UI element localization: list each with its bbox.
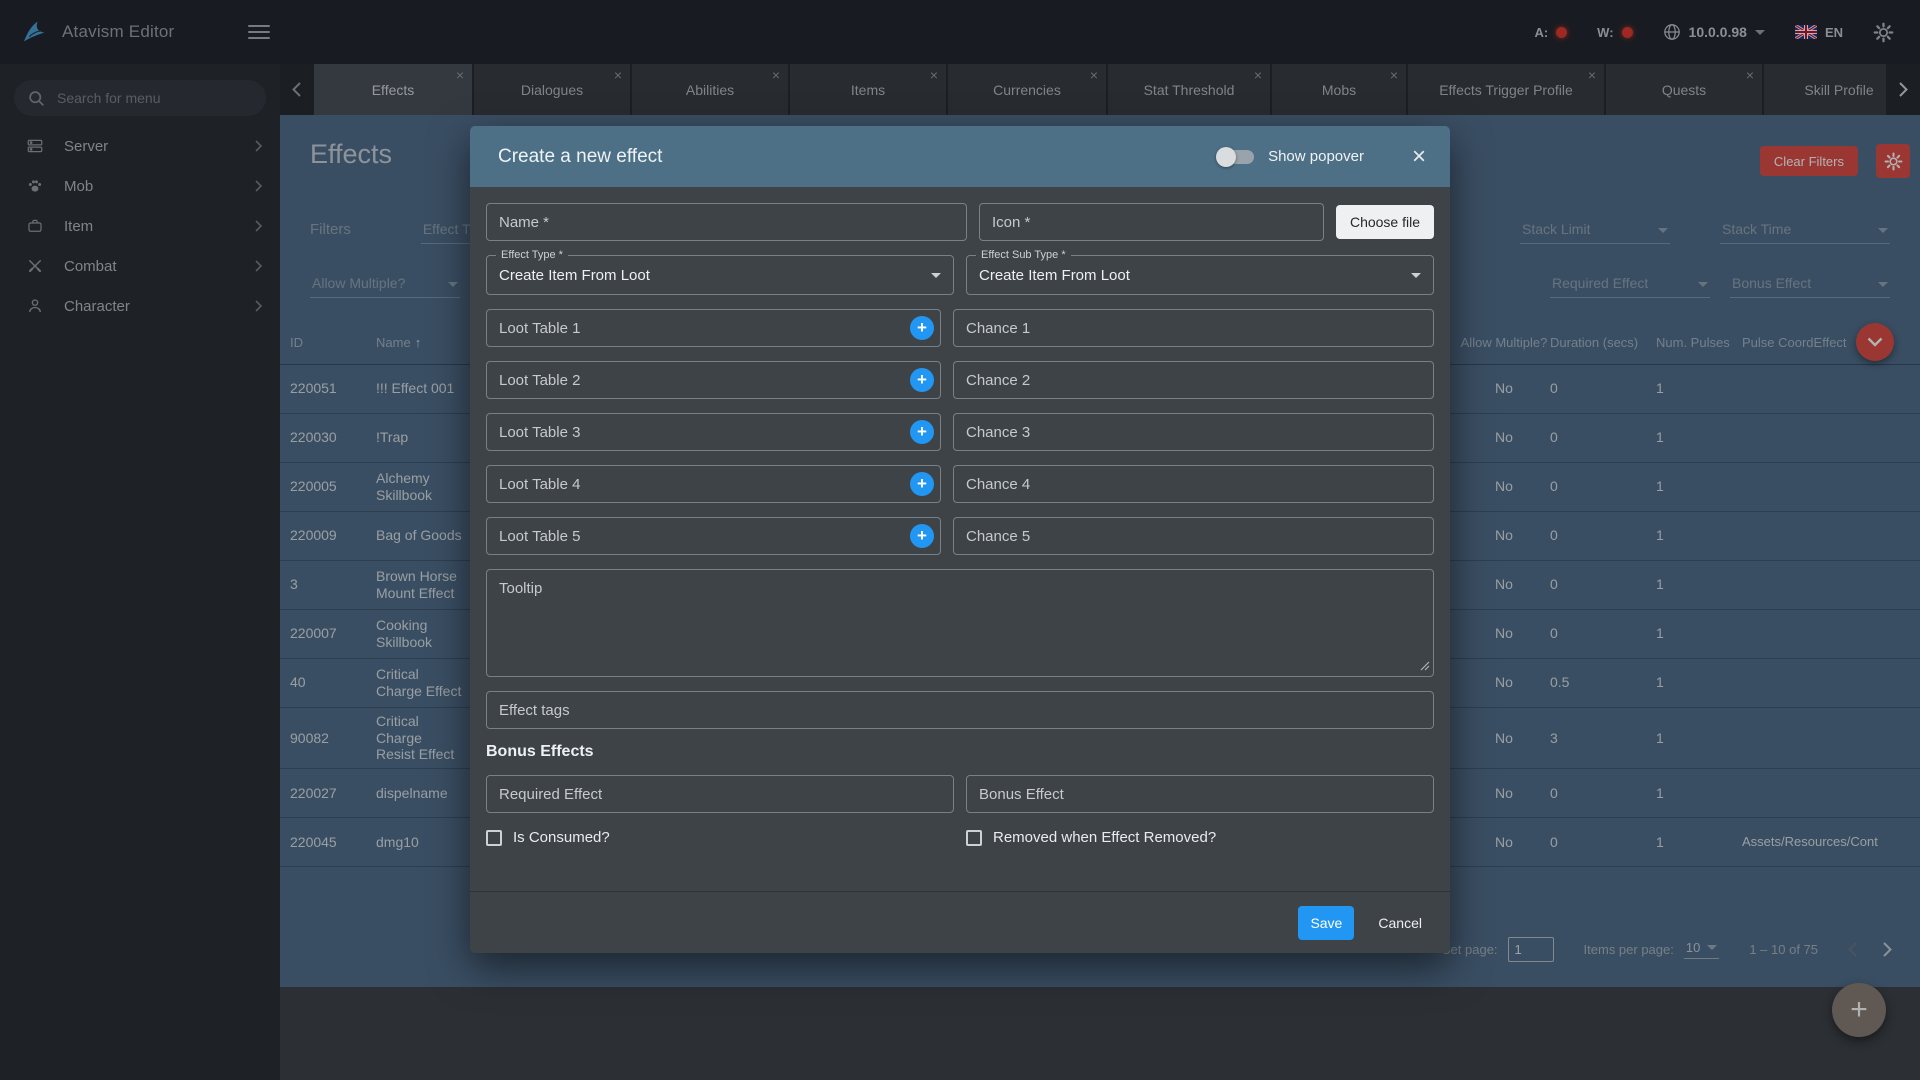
loot-table-3-add-button[interactable]: + <box>910 420 934 444</box>
bonus-effect-input[interactable] <box>966 775 1434 813</box>
dialog-body: Choose file Effect Type * Create Item Fr… <box>470 187 1450 891</box>
loot-table-2-add-button[interactable]: + <box>910 368 934 392</box>
effect-icon-input[interactable] <box>979 203 1324 241</box>
chevron-down-icon <box>931 273 941 278</box>
effect-name-input[interactable] <box>486 203 967 241</box>
resize-grip-icon[interactable] <box>1420 661 1430 671</box>
is-consumed-checkbox[interactable] <box>486 829 502 846</box>
loot-table-5-add-button[interactable]: + <box>910 524 934 548</box>
is-consumed-option: Is Consumed? <box>486 829 954 846</box>
loot-table-1-add-button[interactable]: + <box>910 316 934 340</box>
tooltip-textarea[interactable] <box>486 569 1434 677</box>
effect-type-select[interactable]: Effect Type * Create Item From Loot <box>486 249 954 295</box>
cancel-button[interactable]: Cancel <box>1370 915 1430 931</box>
loot-table-4-add-button[interactable]: + <box>910 472 934 496</box>
toggle-knob <box>1216 146 1237 167</box>
save-button[interactable]: Save <box>1298 905 1355 940</box>
removed-when-effect-removed-checkbox[interactable] <box>966 829 982 846</box>
removed-when-effect-removed-label: Removed when Effect Removed? <box>993 829 1217 846</box>
dialog-title: Create a new effect <box>498 145 663 167</box>
dialog-close-icon[interactable]: × <box>1412 144 1426 168</box>
required-effect-input[interactable] <box>486 775 954 813</box>
create-effect-dialog: Create a new effect Show popover × Choos… <box>470 126 1450 953</box>
chance-1-input[interactable] <box>953 309 1434 347</box>
chance-4-input[interactable] <box>953 465 1434 503</box>
chance-2-input[interactable] <box>953 361 1434 399</box>
loot-table-5-input[interactable] <box>486 517 941 555</box>
chevron-down-icon <box>1411 273 1421 278</box>
chance-5-input[interactable] <box>953 517 1434 555</box>
dialog-footer: Save Cancel <box>470 891 1450 953</box>
show-popover-toggle[interactable] <box>1216 146 1255 167</box>
show-popover-label: Show popover <box>1268 148 1364 165</box>
effect-tags-input[interactable] <box>486 691 1434 729</box>
is-consumed-label: Is Consumed? <box>513 829 610 846</box>
choose-file-button[interactable]: Choose file <box>1335 205 1434 239</box>
removed-when-effect-removed-option: Removed when Effect Removed? <box>966 829 1434 846</box>
loot-table-4-input[interactable] <box>486 465 941 503</box>
bonus-effects-heading: Bonus Effects <box>486 743 594 760</box>
loot-table-3-input[interactable] <box>486 413 941 451</box>
loot-table-1-input[interactable] <box>486 309 941 347</box>
effect-sub-type-select[interactable]: Effect Sub Type * Create Item From Loot <box>966 249 1434 295</box>
dialog-header: Create a new effect Show popover × <box>470 126 1450 187</box>
loot-table-2-input[interactable] <box>486 361 941 399</box>
chance-3-input[interactable] <box>953 413 1434 451</box>
